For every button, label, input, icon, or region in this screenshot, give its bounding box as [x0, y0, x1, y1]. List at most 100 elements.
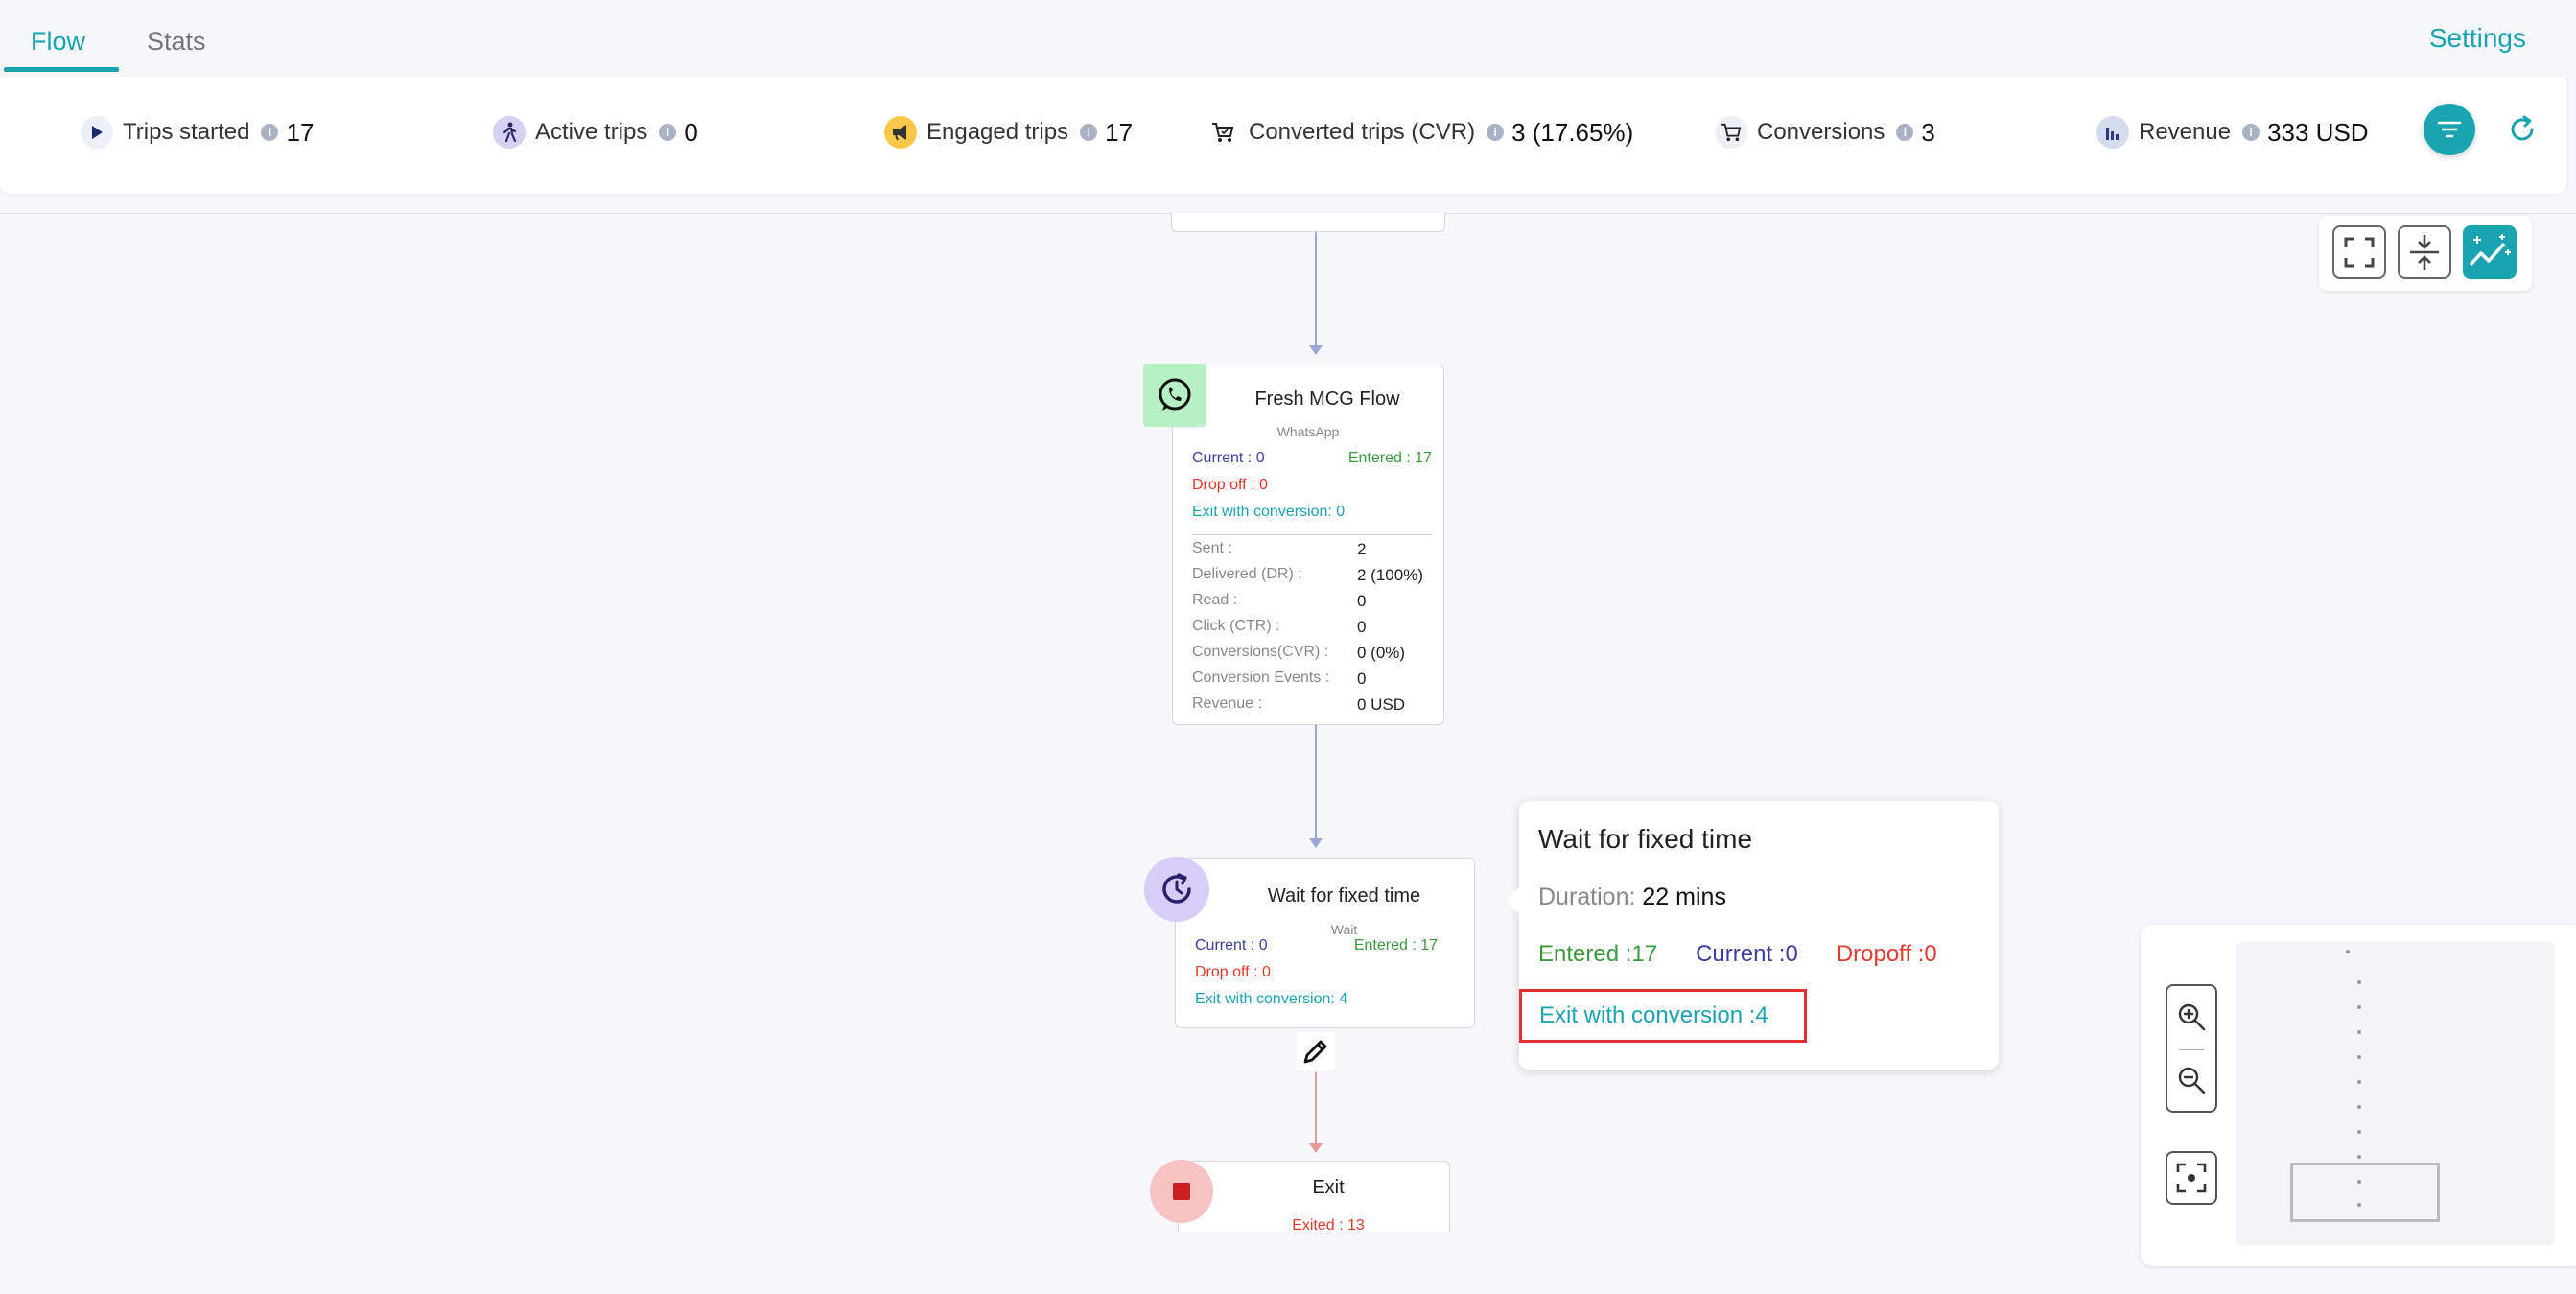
row-label: Revenue : [1192, 695, 1262, 712]
previous-node-stub[interactable] [1171, 213, 1445, 232]
settings-link[interactable]: Settings [2429, 23, 2526, 54]
node-dropoff: Drop off : 0 [1192, 477, 1268, 493]
node-current: Current : 0 [1192, 450, 1265, 466]
wait-node[interactable]: Wait for fixed time Wait Current : 0 Ent… [1175, 858, 1475, 1028]
node-entered: Entered : 17 [1347, 450, 1432, 466]
node-dropoff: Drop off : 0 [1195, 964, 1271, 980]
row-label: Conversions(CVR) : [1192, 644, 1329, 660]
stat-value: 0 [684, 117, 698, 147]
tooltip-dropoff: Dropoff :0 [1836, 941, 1937, 967]
connector [1315, 725, 1317, 842]
stat-label: Active trips [535, 119, 648, 145]
analytics-button[interactable] [2463, 225, 2517, 279]
tab-bar: Flow Stats Settings [0, 0, 2576, 75]
stat-engaged-trips: Engaged trips i 17 [884, 111, 1133, 153]
tab-stats[interactable]: Stats [147, 27, 206, 57]
node-tooltip: Wait for fixed time Duration: 22 mins En… [1506, 801, 1999, 1070]
zoom-out-button[interactable] [2167, 1049, 2215, 1111]
tooltip-exit-conversion: Exit with conversion :4 [1519, 989, 1807, 1043]
minimap-node [2357, 980, 2361, 984]
canvas-bottom-mask [0, 1232, 2139, 1294]
minimap-node [2357, 1155, 2361, 1159]
minimap-node [2357, 1105, 2361, 1109]
duration-label: Duration: [1538, 883, 1636, 910]
node-subtitle: Wait [1330, 922, 1358, 937]
minimap[interactable] [2236, 942, 2555, 1245]
node-subtitle: WhatsApp [1276, 424, 1340, 439]
walking-person-icon [493, 116, 526, 149]
tooltip-duration: Duration: 22 mins [1538, 883, 1726, 911]
refresh-button[interactable] [2503, 110, 2541, 149]
stat-label: Engaged trips [926, 119, 1069, 145]
connector-arrow [1309, 1143, 1323, 1153]
stat-converted-trips: Converted trips (CVR) i 3 (17.65%) [1206, 111, 1633, 153]
row-label: Click (CTR) : [1192, 618, 1280, 634]
node-current: Current : 0 [1195, 937, 1268, 953]
row-value: 2 (100%) [1357, 566, 1423, 584]
pencil-icon [1303, 1040, 1327, 1064]
zoom-controls [2166, 984, 2217, 1113]
stat-label: Conversions [1757, 119, 1885, 145]
node-separator [1192, 534, 1432, 535]
filter-icon [2437, 121, 2462, 138]
tooltip-stats: Entered :17 Current :0 Dropoff :0 [1538, 941, 1937, 968]
filter-button[interactable] [2424, 104, 2475, 155]
zoom-out-icon [2178, 1067, 2206, 1094]
row-label: Read : [1192, 592, 1238, 608]
collapse-button[interactable] [2398, 225, 2451, 279]
tooltip-title: Wait for fixed time [1538, 824, 1753, 854]
recenter-button[interactable] [2166, 1151, 2217, 1205]
edit-button[interactable] [1297, 1032, 1335, 1070]
tooltip-current: Current :0 [1696, 941, 1798, 967]
row-label: Conversion Events : [1192, 670, 1330, 686]
canvas-toolbar [2319, 216, 2532, 291]
node-title: Fresh MCG Flow [1254, 388, 1400, 410]
duration-value: 22 mins [1642, 883, 1726, 910]
row-label: Delivered (DR) : [1192, 566, 1302, 582]
cart-icon [1715, 116, 1747, 149]
row-value: 0 USD [1357, 695, 1406, 714]
stat-value: 333 USD [2267, 117, 2369, 147]
focus-icon [2176, 1163, 2207, 1193]
refresh-icon [2511, 115, 2534, 141]
node-title: Wait for fixed time [1267, 885, 1421, 906]
row-value: 2 [1357, 540, 1367, 558]
connector-arrow [1309, 838, 1323, 848]
info-icon[interactable]: i [659, 124, 677, 141]
zoom-in-button[interactable] [2167, 986, 2215, 1047]
info-icon[interactable]: i [1080, 124, 1098, 141]
info-icon[interactable]: i [2242, 124, 2260, 141]
info-icon[interactable]: i [1896, 124, 1914, 141]
whatsapp-icon [1143, 364, 1206, 427]
stats-bar: Trips started i 17 Active trips i 0 Enga… [0, 77, 2566, 194]
minimap-node [2357, 1055, 2361, 1059]
exit-node[interactable]: Exit Exited : 13 [1178, 1161, 1450, 1237]
fullscreen-button[interactable] [2332, 225, 2386, 279]
row-label: Sent : [1192, 540, 1232, 556]
node-entered: Entered : 17 [1353, 937, 1438, 953]
tooltip-entered: Entered :17 [1538, 941, 1658, 967]
whatsapp-node[interactable]: Fresh MCG Flow WhatsApp Current : 0 Ente… [1172, 365, 1444, 725]
info-icon[interactable]: i [261, 124, 279, 141]
node-exit-conversion: Exit with conversion: 0 [1192, 504, 1346, 520]
fullscreen-icon [2344, 237, 2375, 268]
row-value: 0 [1357, 618, 1367, 636]
zoom-in-icon [2178, 1003, 2206, 1031]
tab-flow[interactable]: Flow [31, 27, 85, 57]
minimap-node [2346, 950, 2350, 953]
minimap-node [2357, 1005, 2361, 1009]
node-exit-conversion: Exit with conversion: 4 [1195, 991, 1348, 1007]
stat-revenue: Revenue i 333 USD [2096, 111, 2369, 153]
zoom-panel [2141, 925, 2576, 1266]
play-icon [81, 116, 113, 149]
info-icon[interactable]: i [1487, 124, 1505, 141]
megaphone-icon [884, 116, 917, 149]
tooltip-pointer [1506, 887, 1519, 914]
row-value: 0 [1357, 592, 1367, 610]
connector [1315, 232, 1317, 349]
minimap-viewport[interactable] [2290, 1163, 2440, 1222]
connector-arrow [1309, 345, 1323, 355]
minimap-node [2357, 1130, 2361, 1134]
minimap-node [2357, 1030, 2361, 1034]
bar-chart-icon [2096, 116, 2129, 149]
